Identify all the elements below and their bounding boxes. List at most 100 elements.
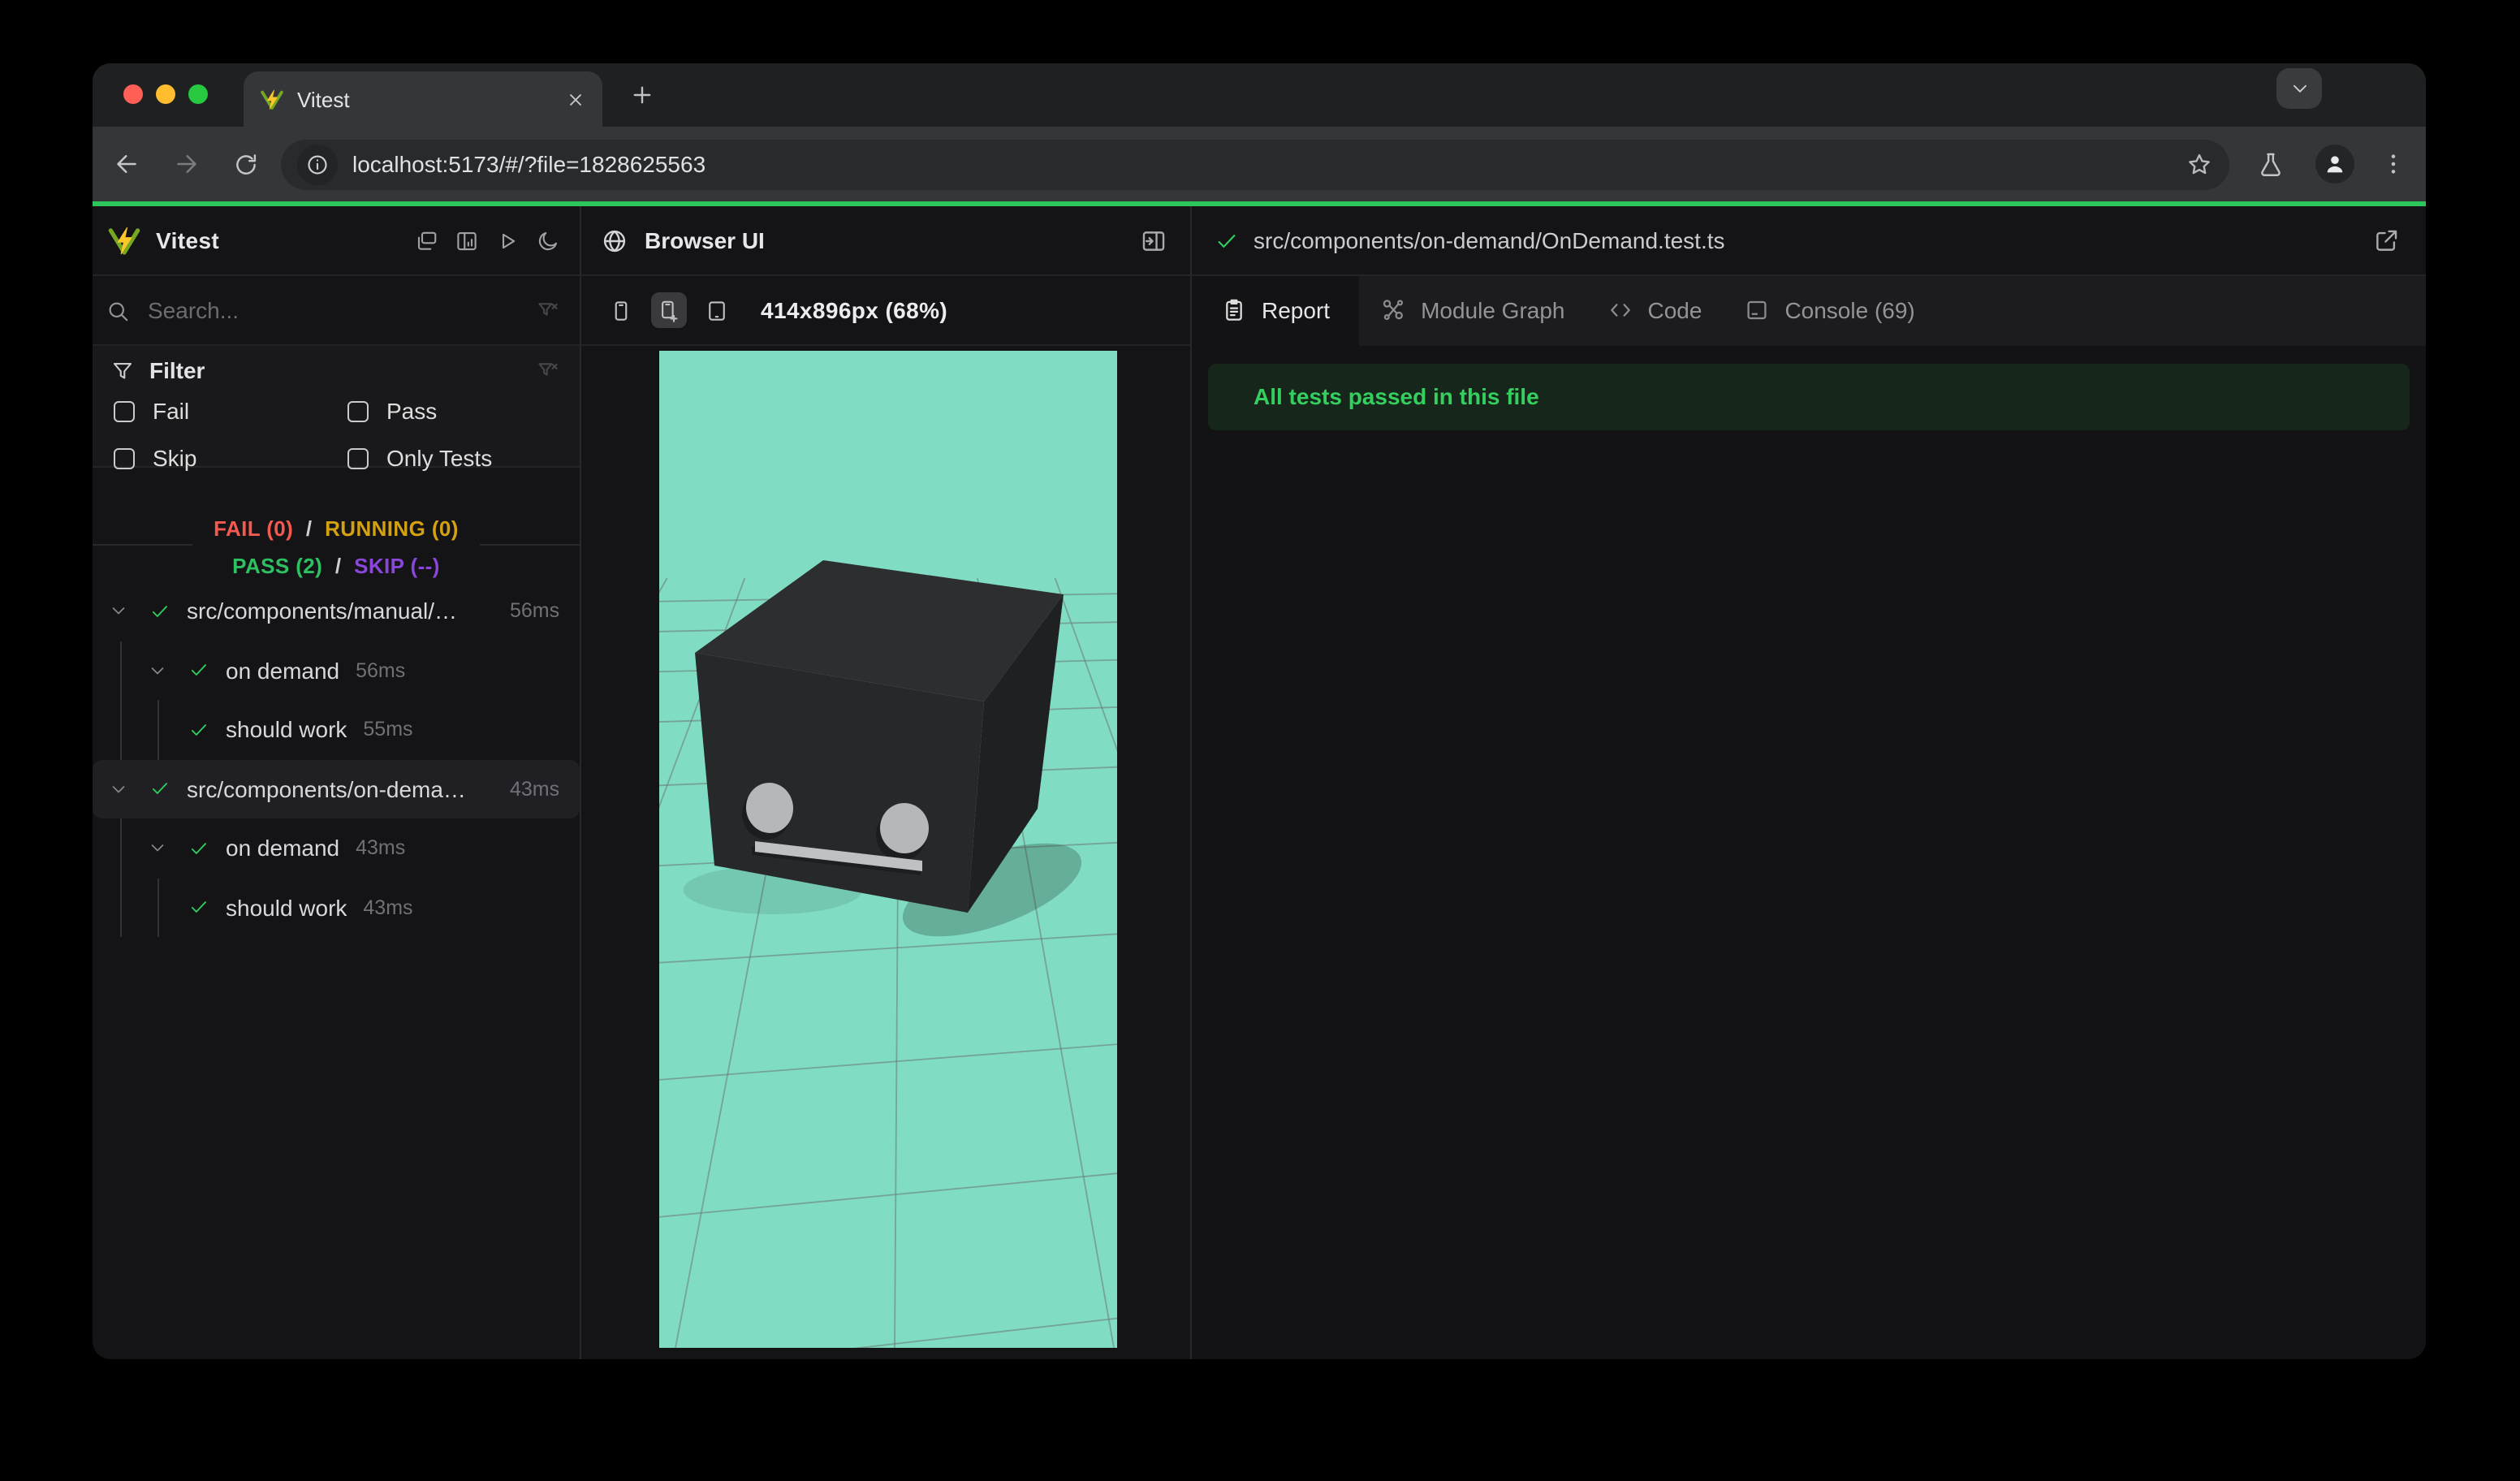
test-summary: FAIL (0) / RUNNING (0) PASS (2) / SKIP (…: [93, 468, 580, 585]
tree-row-suite[interactable]: on demand 43ms: [93, 818, 580, 878]
tab-module-graph[interactable]: Module Graph: [1359, 276, 1586, 345]
vitest-app: Vitest Search... Filter Fail Pass Skip O…: [93, 201, 2426, 1359]
chevron-down-icon[interactable]: [106, 779, 132, 799]
pass-check-icon: [146, 779, 172, 800]
device-phone-add-icon: [656, 298, 680, 322]
chevron-down-icon[interactable]: [145, 839, 170, 858]
device-phone-button[interactable]: [602, 292, 638, 328]
tab-strip: Vitest: [93, 63, 2426, 127]
new-tab-button[interactable]: [628, 81, 656, 109]
tree-row-suite[interactable]: on demand 56ms: [93, 641, 580, 700]
tab-label: Report: [1262, 297, 1331, 324]
checkbox-unchecked-icon[interactable]: [114, 400, 135, 421]
panel-right-open-icon[interactable]: [1140, 227, 1167, 254]
experiments-flask-icon[interactable]: [2257, 150, 2285, 178]
device-phone-add-button[interactable]: [650, 292, 686, 328]
person-icon: [2322, 151, 2348, 177]
run-all-button[interactable]: [487, 220, 528, 261]
search-input[interactable]: Search...: [93, 276, 580, 346]
summary-line-fail-running: FAIL (0) / RUNNING (0): [214, 516, 459, 541]
tab-report[interactable]: Report: [1192, 276, 1360, 345]
dashboard-button[interactable]: [406, 220, 447, 261]
zoom-window-button[interactable]: [188, 84, 208, 104]
test-name: on demand: [226, 657, 340, 684]
chevron-down-icon: [2289, 78, 2310, 99]
tree-row-file[interactable]: src/components/on-dema… 43ms: [93, 759, 580, 818]
tab-search-button[interactable]: [2276, 68, 2322, 109]
layout-report-button[interactable]: [447, 220, 487, 261]
summary-line-pass-skip: PASS (2) / SKIP (--): [232, 553, 440, 577]
device-tablet-button[interactable]: [698, 292, 734, 328]
tree-row-file[interactable]: src/components/manual/… 56ms: [93, 581, 580, 641]
screen: Vitest localhost:5173/#/?file=1828625563: [0, 0, 2520, 1481]
indent-guide: [119, 641, 121, 700]
app-title: Vitest: [156, 227, 220, 253]
report-panel: src/components/on-demand/OnDemand.test.t…: [1190, 206, 2426, 1359]
bookmark-star-icon[interactable]: [2186, 150, 2213, 178]
tab-close-icon[interactable]: [565, 89, 586, 110]
vitest-logo: [107, 223, 141, 257]
search-icon: [106, 298, 130, 322]
tree-row-test[interactable]: should work 55ms: [93, 700, 580, 759]
address-bar[interactable]: localhost:5173/#/?file=1828625563: [281, 139, 2229, 189]
browser-ui-panel: Browser UI 414x896px (68%): [580, 206, 1190, 1359]
preview-area: [581, 346, 1190, 1359]
report-content: All tests passed in this file: [1192, 345, 2426, 430]
tree-row-test[interactable]: should work 43ms: [93, 878, 580, 937]
checkbox-unchecked-icon[interactable]: [114, 447, 135, 468]
info-icon: [305, 152, 330, 176]
filter-panel: Filter Fail Pass Skip Only Tests: [93, 346, 580, 471]
profile-avatar[interactable]: [2315, 145, 2354, 184]
url-text: localhost:5173/#/?file=1828625563: [352, 151, 706, 177]
indent-guide: [158, 878, 159, 937]
module-graph-icon: [1380, 298, 1406, 324]
filter-funnel-icon: [110, 358, 135, 382]
test-duration: 56ms: [356, 658, 406, 682]
page-preview-canvas[interactable]: [659, 351, 1117, 1348]
checkbox-label: Pass: [386, 398, 438, 424]
indent-guide: [119, 878, 121, 937]
clear-filter-icon[interactable]: [536, 358, 560, 382]
site-info-button[interactable]: [297, 144, 338, 184]
test-duration: 55ms: [363, 718, 413, 741]
checkbox-unchecked-icon[interactable]: [347, 400, 369, 421]
dark-mode-icon: [536, 228, 560, 253]
tab-code[interactable]: Code: [1586, 276, 1724, 345]
filter-checkbox-pass[interactable]: Pass: [347, 390, 437, 432]
report-icon: [1221, 298, 1247, 324]
pass-check-icon: [1215, 228, 1239, 253]
test-name: should work: [226, 716, 347, 743]
test-file-path: src/components/on-demand/OnDemand.test.t…: [1254, 227, 1725, 253]
layout-report-icon: [455, 228, 479, 253]
device-phone-icon: [608, 298, 632, 322]
filter-checkbox-fail[interactable]: Fail: [114, 390, 189, 432]
test-duration: 43ms: [363, 896, 413, 919]
back-button[interactable]: [112, 149, 141, 179]
browser-menu-button[interactable]: [2380, 151, 2406, 177]
browser-toolbar: localhost:5173/#/?file=1828625563: [93, 127, 2426, 201]
checkbox-unchecked-icon[interactable]: [347, 447, 369, 468]
clear-filter-icon[interactable]: [536, 298, 560, 322]
window-controls: [123, 84, 208, 104]
open-in-editor-icon[interactable]: [2372, 227, 2400, 254]
minimize-window-button[interactable]: [156, 84, 175, 104]
dark-mode-button[interactable]: [528, 220, 568, 261]
chevron-down-icon[interactable]: [145, 661, 170, 680]
device-toolbar: 414x896px (68%): [581, 276, 1190, 346]
vitest-favicon: [260, 87, 284, 111]
test-name: src/components/on-dema…: [187, 775, 466, 802]
tab-console-69-[interactable]: Console (69): [1723, 276, 1935, 345]
pass-check-icon: [185, 719, 211, 740]
browser-window: Vitest localhost:5173/#/?file=1828625563: [93, 63, 2426, 1359]
indent-guide: [158, 700, 159, 759]
forward-button[interactable]: [172, 149, 201, 179]
close-window-button[interactable]: [123, 84, 143, 104]
test-duration: 43ms: [510, 777, 560, 801]
test-tree: src/components/manual/… 56ms on demand 5…: [93, 581, 580, 1359]
sidebar-header: Vitest: [93, 206, 580, 276]
chevron-down-icon[interactable]: [106, 602, 132, 621]
checkbox-label: Fail: [153, 398, 190, 424]
tab-label: Console (69): [1784, 297, 1915, 324]
browser-tab[interactable]: Vitest: [244, 71, 602, 127]
reload-button[interactable]: [232, 150, 260, 178]
